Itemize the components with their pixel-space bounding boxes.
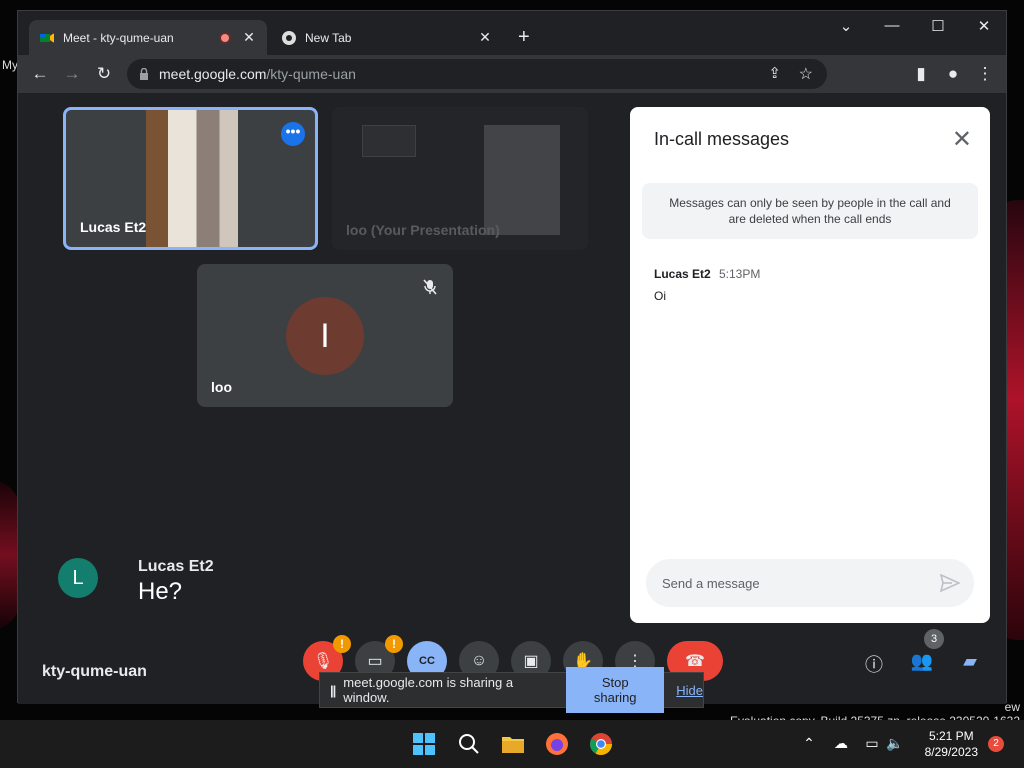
chat-notice: Messages can only be seen by people in t… (642, 183, 978, 239)
minimize-button[interactable]: — (869, 17, 915, 34)
browser-toolbar: ← → ↻ meet.google.com/kty-qume-uan ⇪ ☆ ▮… (18, 55, 1006, 93)
browser-window: Meet - kty-qume-uan ✕ New Tab ✕ + ⌄ — ☐ … (17, 10, 1007, 704)
maximize-button[interactable]: ☐ (915, 17, 961, 35)
warning-icon: ! (333, 635, 351, 653)
bookmark-star-icon[interactable]: ☆ (799, 64, 813, 84)
message-time: 5:13PM (719, 267, 761, 281)
file-explorer-icon[interactable] (499, 730, 527, 758)
hide-link[interactable]: Hide (676, 683, 703, 698)
recording-icon (219, 31, 231, 44)
notification-badge[interactable]: 2 (988, 736, 1004, 752)
avatar: I (286, 297, 364, 375)
meet-icon (40, 32, 54, 43)
people-count-badge: 3 (924, 629, 944, 649)
camera-off-icon: ▭ (367, 653, 383, 670)
address-bar[interactable]: meet.google.com/kty-qume-uan ⇪ ☆ (127, 59, 827, 89)
people-icon[interactable]: 👥 (909, 651, 935, 675)
more-options-icon[interactable]: ••• (281, 122, 305, 146)
side-panel-icon[interactable]: ▮ (910, 64, 932, 84)
close-tab-icon[interactable]: ✕ (477, 29, 493, 46)
tab-new-tab[interactable]: New Tab ✕ (271, 20, 503, 55)
message-input[interactable] (646, 559, 974, 607)
tab-search-icon[interactable]: ⌄ (823, 17, 869, 35)
participant-name: Lucas Et2 (80, 219, 147, 235)
caption-text: He? (138, 578, 183, 605)
participant-tile-lucas[interactable]: ••• Lucas Et2 (63, 107, 318, 250)
tab-strip: Meet - kty-qume-uan ✕ New Tab ✕ + ⌄ — ☐ … (18, 11, 1006, 55)
message-text: Oi (654, 289, 666, 303)
search-icon[interactable] (455, 730, 483, 758)
show-hidden-icons-icon[interactable]: ⌃ (799, 735, 819, 752)
chrome-taskbar-icon[interactable] (587, 730, 615, 758)
screen-share-bar: || meet.google.com is sharing a window. … (319, 667, 704, 713)
avatar: L (58, 558, 98, 598)
hang-up-icon: ☎ (685, 653, 705, 670)
warning-icon: ! (385, 635, 403, 653)
clock-time: 5:21 PM (928, 729, 974, 743)
network-icon[interactable]: ▭ (862, 735, 882, 752)
back-icon[interactable]: ← (29, 64, 51, 84)
presentation-tile[interactable]: loo (Your Presentation) (332, 107, 588, 250)
chat-icon[interactable]: ▰ (957, 651, 983, 675)
close-icon[interactable]: ✕ (952, 125, 972, 154)
windows-start-icon[interactable] (410, 730, 438, 758)
participant-name: loo (Your Presentation) (346, 222, 500, 238)
meeting-code: kty-qume-uan (42, 663, 147, 680)
volume-icon[interactable]: 🔈 (885, 735, 905, 752)
meet-stage: ••• Lucas Et2 loo (Your Presentation) I … (18, 93, 1006, 704)
tab-title: Meet - kty-qume-uan (63, 30, 174, 45)
onedrive-icon[interactable]: ☁ (831, 735, 851, 752)
send-icon[interactable] (940, 574, 960, 592)
firefox-icon[interactable] (543, 730, 571, 758)
share-bar-text: meet.google.com is sharing a window. (343, 675, 514, 705)
emoji-icon: ☺ (470, 652, 488, 669)
captions-icon: CC (419, 655, 435, 667)
tab-title: New Tab (305, 30, 352, 45)
presentation-thumbnail (362, 125, 416, 157)
in-call-messages-panel: In-call messages ✕ Messages can only be … (630, 107, 990, 623)
taskbar: ⌃ ☁ ▭ 🔈 5:21 PM 8/29/2023 2 (0, 720, 1024, 768)
close-tab-icon[interactable]: ✕ (241, 29, 257, 46)
share-page-icon[interactable]: ⇪ (768, 64, 781, 82)
panel-title: In-call messages (654, 129, 790, 149)
clock-date: 8/29/2023 (924, 745, 978, 759)
url-path: /kty-qume-uan (266, 66, 356, 82)
participant-tile-loo[interactable]: I loo (197, 264, 453, 407)
participant-name: loo (211, 379, 232, 395)
reload-icon[interactable]: ↻ (93, 64, 115, 84)
taskbar-clock[interactable]: 5:21 PM 8/29/2023 (925, 728, 978, 760)
presentation-document (484, 125, 560, 235)
url-host: meet.google.com (159, 66, 267, 82)
lock-icon (140, 68, 148, 80)
new-tab-button[interactable]: + (518, 26, 530, 49)
chrome-icon (282, 30, 296, 45)
mic-off-icon (423, 279, 437, 295)
stop-sharing-button[interactable]: Stop sharing (566, 667, 665, 713)
meeting-info-icon[interactable]: ⓘ (861, 651, 887, 675)
forward-icon[interactable]: → (61, 64, 83, 84)
present-icon: ▣ (523, 653, 539, 670)
video-feed (146, 110, 238, 247)
message-sender: Lucas Et2 (654, 267, 711, 281)
profile-icon[interactable]: ● (942, 64, 964, 84)
mic-off-icon: 🎙 (312, 653, 334, 670)
tab-meet[interactable]: Meet - kty-qume-uan ✕ (29, 20, 267, 55)
close-window-button[interactable]: ✕ (961, 17, 1007, 35)
desktop-icon-label[interactable]: My (2, 58, 18, 72)
browser-menu-icon[interactable]: ⋮ (974, 64, 996, 84)
drag-handle-icon[interactable]: || (330, 683, 336, 698)
caption-speaker: Lucas Et2 (138, 558, 214, 575)
